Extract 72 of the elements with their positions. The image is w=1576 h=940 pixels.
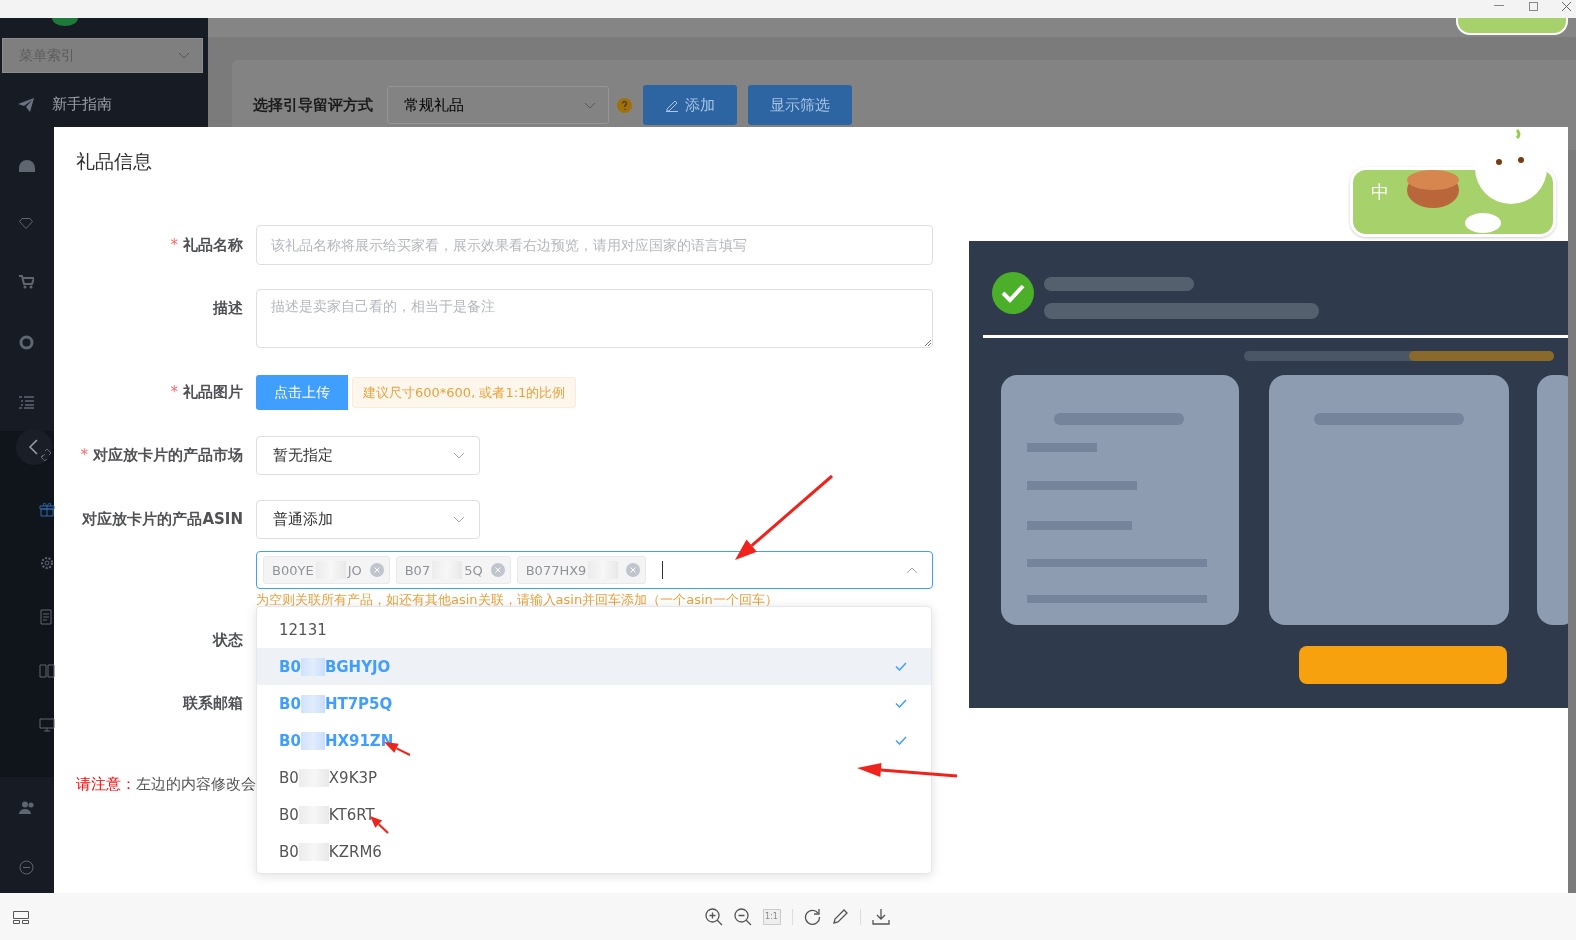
- logo-icon: [52, 18, 78, 26]
- input-mode-label[interactable]: 中: [1371, 180, 1389, 204]
- doc-icon[interactable]: [39, 609, 55, 625]
- pixelated-blur: [300, 657, 325, 676]
- list-icon[interactable]: [19, 396, 34, 409]
- dialog-title: 礼品信息: [76, 149, 152, 174]
- resize-handle-icon[interactable]: [924, 339, 931, 346]
- sidebar-item[interactable]: 新手指南: [0, 73, 208, 114]
- users-icon[interactable]: [19, 801, 36, 814]
- filter-label: 选择引导留评方式: [253, 95, 373, 115]
- asin-option[interactable]: B0 HX91ZN: [257, 722, 931, 759]
- field-label: 对应放卡片的产品市场: [93, 446, 243, 464]
- gift-name-input[interactable]: 该礼品名称将展示给买家看，展示效果看右边预览，请用对应国家的语言填写: [256, 225, 933, 265]
- asin-option[interactable]: B0 BGHYJO: [257, 648, 931, 685]
- text-cursor: [662, 561, 664, 579]
- filter-button[interactable]: 显示筛选: [748, 85, 852, 125]
- check-icon: [895, 699, 907, 708]
- size-hint: 建议尺寸600*600, 或者1:1的比例: [352, 377, 577, 408]
- download-icon[interactable]: [871, 908, 890, 925]
- asin-hint: 为空则关联所有产品，如还有其他asin关联，请输入asin并回车添加（一个asin一个回车）: [256, 592, 779, 608]
- zoom-out-icon[interactable]: [733, 907, 752, 926]
- required-mark: *: [80, 446, 88, 464]
- description-textarea[interactable]: 描述是卖家自己看的，相当于是备注: [256, 289, 933, 348]
- minimize-icon[interactable]: [1494, 5, 1504, 7]
- check-icon: [895, 662, 907, 671]
- field-label: 描述: [213, 299, 243, 317]
- dropdown-select[interactable]: 普通添加: [256, 500, 480, 539]
- check-icon: [895, 736, 907, 745]
- layout-icon[interactable]: [13, 911, 29, 924]
- close-icon[interactable]: [1562, 2, 1571, 11]
- dropdown-select[interactable]: 暂无指定: [256, 436, 480, 475]
- field-label: 对应放卡片的产品ASIN: [82, 510, 243, 528]
- asin-option[interactable]: B0 X9K3P: [257, 759, 931, 796]
- gift-icon[interactable]: [39, 501, 55, 517]
- asin-option[interactable]: 12131: [257, 611, 931, 648]
- book-icon[interactable]: [39, 663, 55, 679]
- monitor-icon[interactable]: [39, 717, 55, 733]
- help-icon[interactable]: [617, 97, 632, 113]
- diamond-icon[interactable]: [19, 218, 33, 229]
- caret-up-icon: [906, 567, 918, 574]
- required-mark: *: [170, 235, 178, 254]
- pencil-icon: [665, 98, 679, 112]
- asin-tag: B07 5Q: [395, 556, 511, 584]
- chevron-down-icon: [584, 101, 596, 109]
- cart-icon[interactable]: [19, 275, 34, 289]
- pixelated-blur: [300, 694, 325, 713]
- field-label: 联系邮箱: [182, 693, 243, 713]
- chevron-down-icon: [453, 452, 465, 459]
- add-button[interactable]: 添加: [643, 85, 737, 125]
- mode-select[interactable]: 常规礼品: [387, 86, 609, 124]
- notice-text: 请注意：左边的内容修改会: [76, 775, 256, 794]
- asin-option[interactable]: B0 KZRM6: [257, 833, 931, 870]
- paper-plane-icon: [18, 97, 34, 112]
- zoom-in-icon[interactable]: [704, 907, 723, 926]
- required-mark: *: [170, 383, 178, 401]
- asin-option[interactable]: B0 HT7P5Q: [257, 685, 931, 722]
- pencil-icon[interactable]: [831, 908, 849, 925]
- chevron-down-icon: [178, 52, 190, 59]
- chevron-down-icon: [453, 516, 465, 523]
- asin-tag: B077HX9: [516, 556, 647, 584]
- circle-badge-icon[interactable]: [19, 860, 34, 875]
- asin-tag: B00YE JO: [263, 556, 390, 584]
- upload-button[interactable]: 点击上传: [256, 375, 348, 410]
- field-label: 礼品图片: [183, 383, 243, 401]
- rotate-icon[interactable]: [803, 908, 821, 925]
- gear-icon[interactable]: [39, 555, 55, 571]
- asin-option[interactable]: B0 KT6RT: [257, 796, 931, 833]
- field-label: 状态: [211, 630, 243, 650]
- field-label: 礼品名称: [183, 235, 243, 254]
- pixelated-blur: [300, 731, 325, 750]
- lifebuoy-icon[interactable]: [19, 335, 34, 350]
- maximize-icon[interactable]: [1529, 2, 1538, 11]
